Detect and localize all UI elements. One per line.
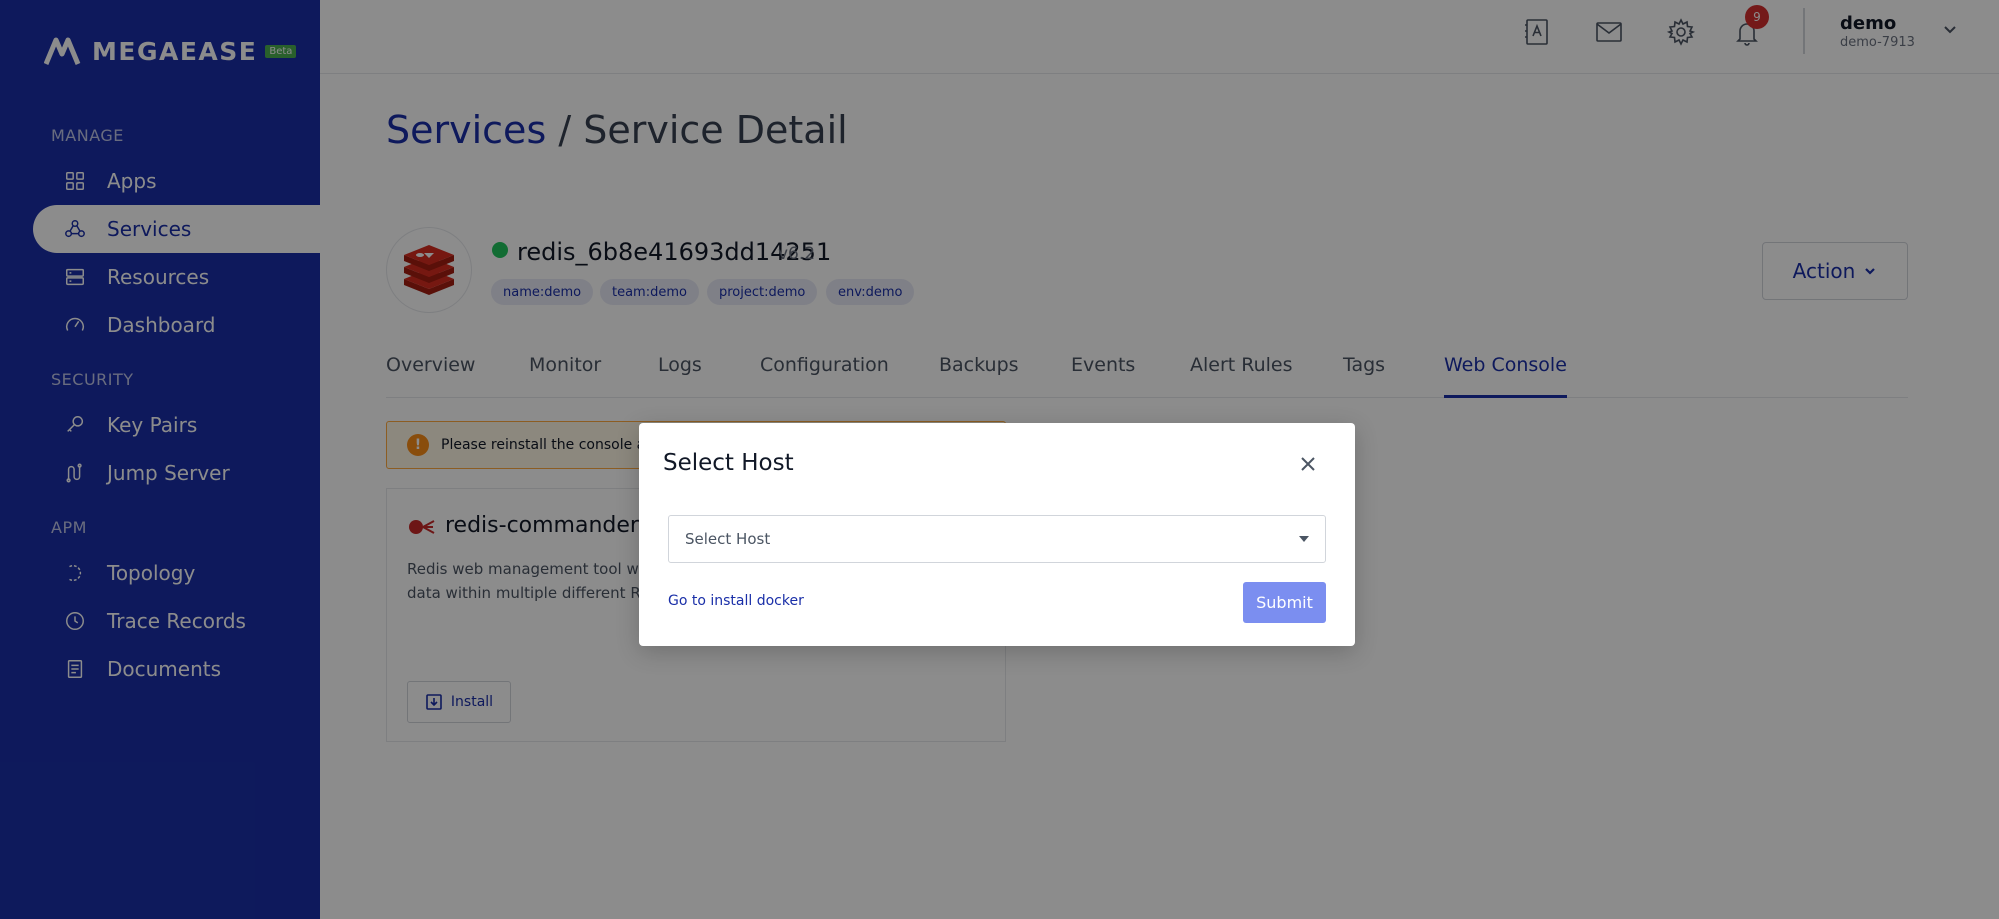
- select-host-modal: Select Host Select Host Go to install do…: [639, 423, 1355, 646]
- submit-button[interactable]: Submit: [1243, 582, 1326, 623]
- modal-title: Select Host: [663, 450, 794, 476]
- host-select[interactable]: Select Host: [668, 515, 1326, 563]
- host-select-placeholder: Select Host: [685, 530, 771, 548]
- close-icon[interactable]: [1296, 452, 1320, 476]
- install-docker-link[interactable]: Go to install docker: [668, 593, 804, 609]
- caret-down-icon: [1299, 536, 1309, 542]
